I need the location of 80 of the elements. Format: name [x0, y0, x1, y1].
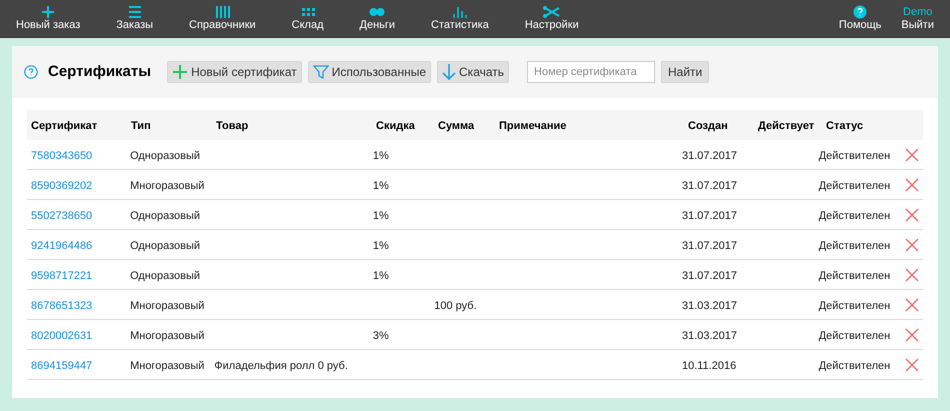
user-name: Demo — [903, 6, 932, 18]
certificate-link[interactable]: 9598717221 — [31, 270, 92, 282]
column-header: Действует — [758, 120, 814, 132]
table-cell: 31.07.2017 — [682, 150, 738, 162]
table-cell: Действителен — [818, 360, 890, 372]
certificate-link[interactable]: 8020002631 — [31, 330, 92, 342]
table-cell: Действителен — [818, 240, 890, 252]
table-cell: 10.11.2016 — [682, 360, 736, 372]
table-cell: 31.03.2017 — [682, 300, 738, 312]
nav-item[interactable]: Заказы — [106, 0, 164, 37]
delete-icon[interactable] — [904, 208, 919, 222]
delete-icon[interactable] — [904, 298, 919, 312]
table-cell: Филадельфия ролл 0 руб. — [214, 360, 348, 372]
toolbar-button[interactable]: Использованные — [308, 61, 432, 83]
column-header: Сертификат — [31, 120, 98, 132]
column-header: Тип — [131, 120, 151, 132]
help-icon — [853, 5, 868, 19]
nav-item[interactable]: Деньги — [350, 0, 406, 37]
certificate-link[interactable]: 9241964486 — [31, 240, 92, 252]
column-header: Сумма — [438, 120, 474, 132]
column-header: Статус — [826, 120, 864, 132]
page-title: Сертификаты — [48, 62, 152, 82]
table-cell: Многоразовый — [130, 180, 204, 192]
delete-icon[interactable] — [904, 148, 919, 162]
nav-item[interactable]: Статистика — [421, 0, 499, 37]
table-cell: 31.07.2017 — [682, 180, 738, 192]
table-cell: 31.07.2017 — [682, 270, 738, 282]
help-icon — [24, 65, 38, 79]
column-header: Создан — [688, 120, 728, 132]
table-cell: Многоразовый — [130, 300, 204, 312]
table-cell: Действителен — [818, 150, 890, 162]
table-cell: Действителен — [818, 210, 890, 222]
table-cell: Действителен — [818, 270, 890, 282]
column-header: Товар — [216, 120, 248, 132]
nav-item[interactable]: Настройки — [514, 0, 589, 37]
certificate-link[interactable]: 5502738650 — [31, 210, 92, 222]
find-button[interactable]: Найти — [661, 61, 710, 83]
certificate-link[interactable]: 7580343650 — [31, 150, 92, 162]
help-button[interactable]: Помощь — [828, 0, 892, 37]
certificate-link[interactable]: 8590369202 — [31, 180, 92, 192]
table-cell: 100 руб. — [434, 300, 477, 312]
table-cell: Действителен — [818, 300, 890, 312]
table-cell: Одноразовый — [130, 270, 200, 282]
table-cell: Действителен — [818, 330, 890, 342]
download-icon — [442, 63, 456, 81]
table-cell: 31.07.2017 — [682, 210, 738, 222]
delete-icon[interactable] — [904, 268, 919, 282]
table-cell: 1% — [372, 180, 389, 192]
table-cell: 31.03.2017 — [682, 330, 738, 342]
delete-icon[interactable] — [904, 328, 919, 342]
delete-icon[interactable] — [904, 358, 919, 372]
search-field[interactable]: Номер сертификата — [527, 61, 656, 83]
table-cell: Многоразовый — [130, 360, 204, 372]
toolbar-button[interactable]: Скачать — [437, 61, 510, 83]
column-header: Скидка — [376, 120, 415, 132]
table-cell: Действителен — [818, 180, 890, 192]
table-cell: 1% — [372, 270, 389, 282]
coins-icon — [367, 5, 388, 19]
table-cell: Одноразовый — [130, 210, 200, 222]
certificate-link[interactable]: 8694159447 — [31, 360, 92, 372]
plus-icon — [172, 64, 188, 80]
table-cell: 1% — [372, 240, 389, 252]
nav-item[interactable]: Новый заказ — [6, 0, 90, 37]
delete-icon[interactable] — [904, 238, 919, 252]
table-cell: 1% — [372, 210, 389, 222]
delete-icon[interactable] — [904, 178, 919, 192]
table-cell: 3% — [372, 330, 389, 342]
certificate-link[interactable]: 8678651323 — [31, 300, 92, 312]
tools-icon — [542, 5, 562, 19]
nav-item[interactable]: Склад — [282, 0, 334, 37]
toolbar-button[interactable]: Новый сертификат — [167, 61, 302, 83]
table-cell: Многоразовый — [130, 330, 204, 342]
logout-button[interactable]: Выйти — [901, 18, 934, 32]
table-cell: 31.07.2017 — [682, 240, 738, 252]
table-cell: Одноразовый — [130, 150, 200, 162]
nav-item[interactable]: Справочники — [179, 0, 266, 37]
table-cell: Одноразовый — [130, 240, 200, 252]
table-cell: 1% — [372, 150, 389, 162]
filter-icon — [312, 64, 329, 80]
column-header: Примечание — [499, 120, 566, 132]
